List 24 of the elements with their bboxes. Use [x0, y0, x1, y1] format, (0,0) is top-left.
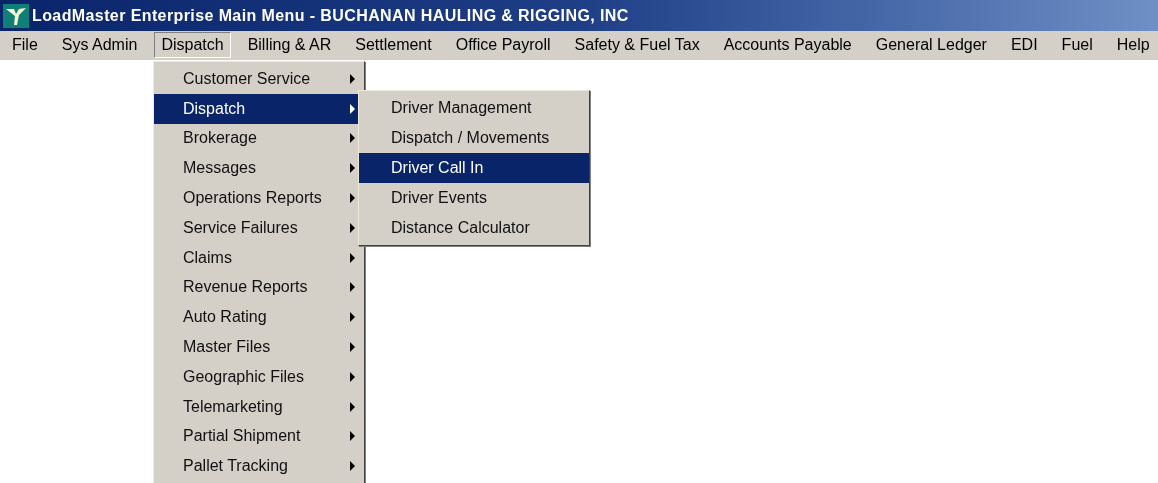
menu-item[interactable]: Safety & Fuel Tax — [567, 31, 707, 58]
menu-item[interactable]: General Ledger — [868, 31, 994, 58]
menu-item[interactable]: EDI — [1003, 31, 1045, 58]
window-title: LoadMaster Enterprise Main Menu - BUCHANAN HAULING & RIGGING, INC — [32, 5, 629, 26]
dropdown-item[interactable]: Geographic Files — [154, 361, 364, 392]
menu-item[interactable]: Accounts Payable — [716, 31, 859, 58]
app-logo-icon — [3, 3, 29, 28]
menu-item[interactable]: Sys Admin — [54, 31, 145, 58]
menu-item[interactable]: Office Payroll — [448, 31, 558, 58]
dropdown-item[interactable]: Pallet Tracking — [154, 451, 364, 482]
menu-item[interactable]: Help — [1109, 31, 1157, 58]
dropdown-item[interactable]: Auto Rating — [154, 302, 364, 333]
dropdown-item[interactable]: Telemarketing — [154, 391, 364, 422]
menu-item[interactable]: Billing & AR — [240, 31, 339, 58]
dropdown-item[interactable]: Master Files — [154, 332, 364, 362]
menu-item[interactable]: Dispatch — [154, 31, 231, 58]
menu-item[interactable]: Settlement — [348, 31, 439, 58]
menu-item[interactable]: Fuel — [1054, 31, 1100, 58]
dropdown-item[interactable]: Partial Shipment — [154, 421, 364, 452]
submenu-item[interactable]: Driver Call In — [359, 153, 589, 183]
menu-item[interactable]: File — [5, 31, 45, 58]
dropdown-item[interactable]: Claims — [154, 242, 364, 273]
dropdown-item[interactable]: Customer Service — [154, 64, 364, 94]
dropdown-item[interactable]: Revenue Reports — [154, 272, 364, 303]
